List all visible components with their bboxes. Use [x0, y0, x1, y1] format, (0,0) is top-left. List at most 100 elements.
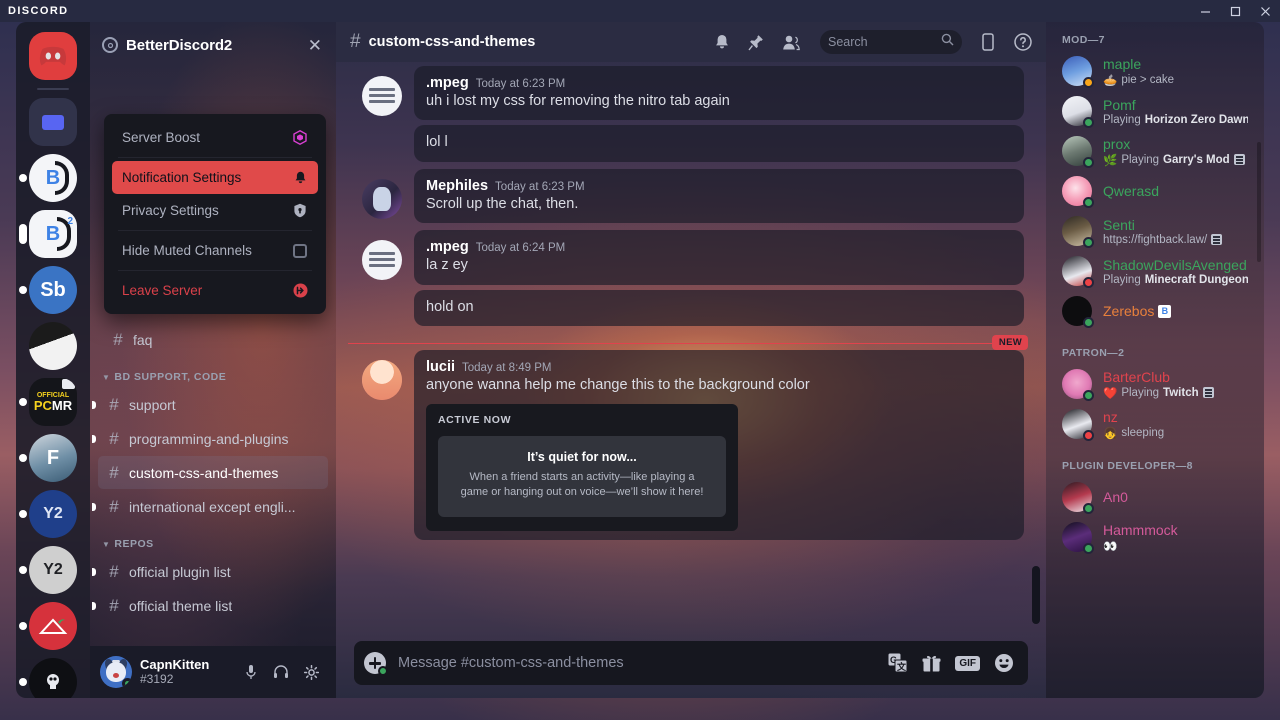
member-item[interactable]: prox 🌿 Playing Garry's Mod [1054, 131, 1256, 171]
avatar[interactable] [1062, 409, 1094, 441]
message-item[interactable]: hold on [414, 289, 1024, 327]
guild-icon-sb[interactable]: Sb [29, 266, 77, 314]
guild-rail-item-pcmr[interactable]: OFFICIAL PCMR [19, 378, 77, 426]
discord-home-icon[interactable] [29, 32, 77, 80]
message-author[interactable]: .mpeg [426, 239, 469, 255]
member-item[interactable]: Hammmock 👀 [1054, 517, 1256, 557]
message-item[interactable]: lol l [414, 125, 1024, 162]
message-scrollbar[interactable] [1032, 566, 1040, 624]
avatar[interactable] [1062, 256, 1094, 288]
member-item[interactable]: BarterClub ❤️ Playing Twitch [1054, 364, 1256, 404]
avatar[interactable] [1062, 522, 1094, 554]
close-button[interactable] [1250, 0, 1280, 22]
channel-item-official-plugin-list[interactable]: # official plugin list [92, 555, 328, 588]
member-group-title-plugin-developer[interactable]: PLUGIN DEVELOPER—8 [1054, 444, 1256, 477]
avatar[interactable] [1062, 296, 1094, 328]
message-author[interactable]: .mpeg [426, 75, 469, 91]
member-item[interactable]: Pomf Playing Horizon Zero Dawn [1054, 91, 1256, 131]
message-item[interactable]: .mpeg Today at 6:23 PM uh i lost my css … [414, 66, 1024, 121]
mute-microphone-button[interactable] [242, 663, 260, 681]
guild-rail-item-skull[interactable] [19, 658, 77, 698]
member-group-title-mod[interactable]: MOD—7 [1054, 34, 1256, 51]
guild-icon-bd2[interactable]: B 2 [29, 210, 77, 258]
guild-icon-dark[interactable] [29, 322, 77, 370]
member-item[interactable]: nz 👧 sleeping [1054, 404, 1256, 444]
channel-category-bd-support-code[interactable]: ▼ BD SUPPORT, CODE [98, 357, 328, 387]
menu-item-notification-settings[interactable]: Notification Settings [112, 161, 318, 194]
guild-header[interactable]: BetterDiscord2 ✕ [90, 22, 336, 68]
guild-icon-bd1[interactable]: B [29, 154, 77, 202]
avatar[interactable] [1062, 176, 1094, 208]
member-item[interactable]: Qwerasd [1054, 171, 1256, 211]
menu-item-privacy-settings[interactable]: Privacy Settings [112, 194, 318, 227]
emoji-icon[interactable] [994, 653, 1014, 673]
guild-rail-item-home[interactable] [29, 32, 77, 80]
member-item[interactable]: maple 🥧 pie > cake [1054, 51, 1256, 91]
avatar[interactable] [1062, 56, 1094, 88]
message-input[interactable]: Message #custom-css-and-themes G文 GIF [354, 641, 1028, 685]
guild-folder-icon[interactable] [29, 98, 77, 146]
menu-item-leave-server[interactable]: Leave Server [112, 274, 318, 307]
notification-settings-icon[interactable] [714, 34, 730, 51]
message-author[interactable]: lucii [426, 359, 455, 375]
channel-category-repos[interactable]: ▼ REPOS [98, 524, 328, 554]
avatar[interactable] [1062, 136, 1094, 168]
guild-icon-y2blue[interactable]: Y2 [29, 490, 77, 538]
avatar[interactable] [1062, 96, 1094, 128]
gift-icon[interactable] [922, 654, 941, 673]
guild-rail-item-folder[interactable] [29, 98, 77, 146]
avatar[interactable] [362, 360, 402, 401]
member-item[interactable]: Senti https://fightback.law/ [1054, 211, 1256, 251]
guild-settings-gear-icon[interactable] [102, 37, 118, 53]
member-item[interactable]: An0 [1054, 477, 1256, 517]
avatar[interactable] [100, 656, 132, 688]
guild-rail-item-redtri[interactable] [19, 602, 77, 650]
avatar[interactable] [1062, 482, 1094, 514]
close-icon[interactable]: ✕ [308, 37, 322, 54]
member-list-scrollbar[interactable] [1257, 142, 1261, 262]
translate-icon[interactable]: G文 [888, 653, 908, 673]
user-settings-button[interactable] [302, 663, 320, 681]
pinned-messages-icon[interactable] [748, 34, 764, 51]
member-item[interactable]: ShadowDevilsAvenged Playing Minecraft Du… [1054, 251, 1256, 291]
channel-item-official-theme-list[interactable]: # official theme list [92, 589, 328, 622]
guild-rail-item-y2grey[interactable]: Y2 [19, 546, 77, 594]
avatar[interactable] [1062, 216, 1094, 248]
guild-icon-pcmr[interactable]: OFFICIAL PCMR [29, 378, 77, 426]
gif-button[interactable]: GIF [955, 655, 980, 671]
avatar[interactable] [1062, 369, 1094, 401]
channel-item-custom-css-and-themes[interactable]: # custom-css-and-themes [98, 456, 328, 489]
message-item[interactable]: lucii Today at 8:49 PM anyone wanna help… [414, 350, 1024, 540]
inbox-icon[interactable] [980, 33, 996, 51]
checkbox-icon[interactable] [292, 243, 308, 259]
channel-item-support[interactable]: # support [92, 388, 328, 421]
guild-rail-item-bd2[interactable]: B 2 [19, 210, 77, 258]
message-item[interactable]: .mpeg Today at 6:24 PM la z ey [414, 230, 1024, 285]
channel-item-faq[interactable]: # faq [98, 323, 328, 356]
guild-rail-item-dark[interactable] [29, 322, 77, 370]
deafen-button[interactable] [272, 663, 290, 681]
guild-rail-item-bd1[interactable]: B [19, 154, 77, 202]
guild-icon-y2grey[interactable]: Y2 [29, 546, 77, 594]
help-icon[interactable] [1014, 33, 1032, 51]
channel-item-international-except-english[interactable]: # international except engli... [92, 490, 328, 523]
guild-icon-skull[interactable] [29, 658, 77, 698]
search-input[interactable]: Search [820, 30, 962, 54]
message-item[interactable]: Mephiles Today at 6:23 PM Scroll up the … [414, 168, 1024, 224]
menu-item-server-boost[interactable]: Server Boost [112, 121, 318, 154]
minimize-button[interactable] [1190, 0, 1220, 22]
user-identity[interactable]: CapnKitten #3192 [140, 657, 209, 687]
member-list-icon[interactable] [782, 34, 800, 51]
avatar[interactable] [362, 76, 402, 116]
guild-icon-f[interactable]: F [29, 434, 77, 482]
guild-rail-item-y2blue[interactable]: Y2 [19, 490, 77, 538]
guild-icon-redtri[interactable] [29, 602, 77, 650]
menu-item-hide-muted-channels[interactable]: Hide Muted Channels [112, 234, 318, 267]
member-group-title-patron[interactable]: PATRON—2 [1054, 331, 1256, 364]
guild-rail-item-f[interactable]: F [19, 434, 77, 482]
maximize-button[interactable] [1220, 0, 1250, 22]
avatar[interactable] [362, 178, 402, 219]
guild-rail-item-sb[interactable]: Sb [19, 266, 77, 314]
add-attachment-icon[interactable] [364, 652, 388, 676]
avatar[interactable] [362, 240, 402, 281]
